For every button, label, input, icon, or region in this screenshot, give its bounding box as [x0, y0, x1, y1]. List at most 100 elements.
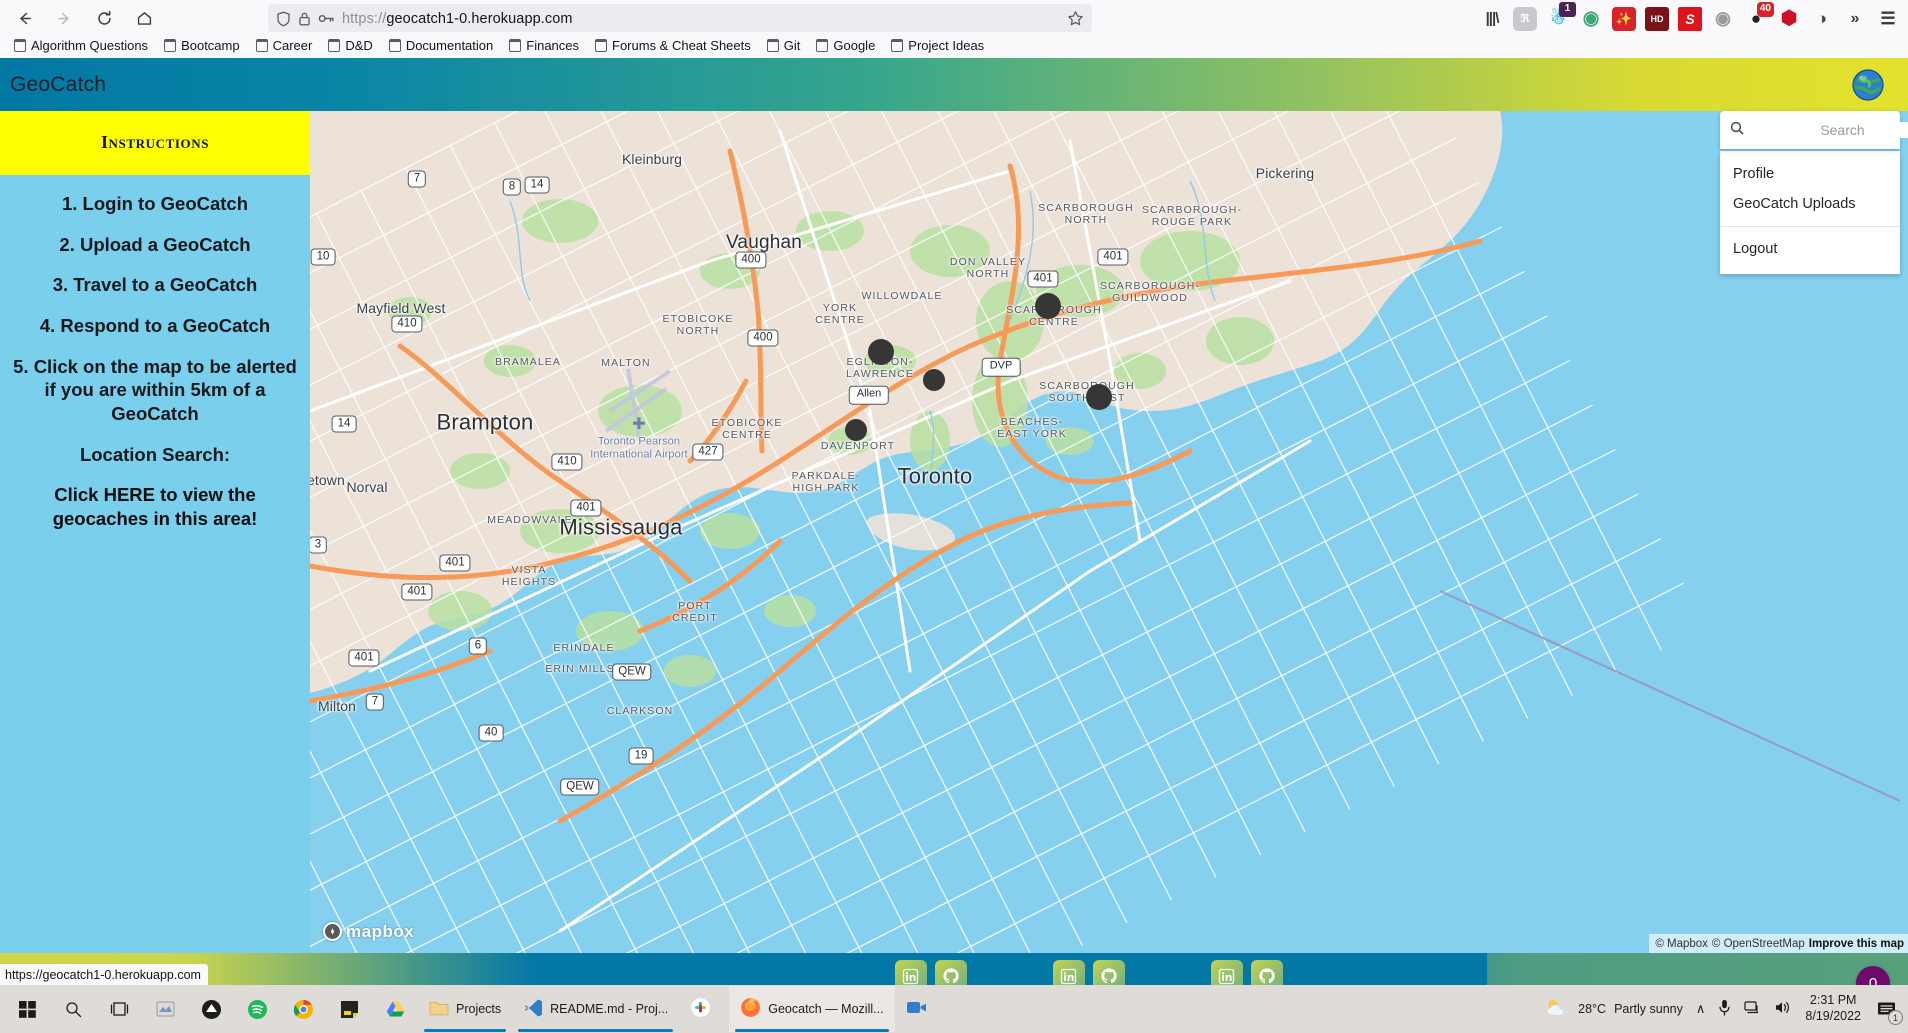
map-canvas	[310, 111, 1908, 953]
grey-camera-icon[interactable]: ◉	[1711, 7, 1735, 31]
library-icon[interactable]: |||\	[1480, 7, 1504, 31]
bookmark-item[interactable]: Bootcamp	[157, 35, 247, 56]
spotify-icon[interactable]	[234, 986, 280, 1032]
geocache-marker[interactable]	[868, 339, 894, 365]
map-container[interactable]: Kleinburg Pickering Vaughan SCARBOROUGH …	[310, 111, 1908, 953]
star-icon[interactable]	[1067, 10, 1084, 27]
show-hidden-icons-chevron-icon[interactable]: ∧	[1696, 1001, 1706, 1017]
mapbox-dot-icon	[323, 922, 342, 941]
hamburger-menu-icon[interactable]: ☰	[1876, 7, 1900, 31]
social-pair	[1052, 960, 1125, 985]
search-input[interactable]	[1752, 122, 1908, 138]
menu-item-geocatch-uploads[interactable]: GeoCatch Uploads	[1720, 189, 1900, 219]
road-shield: 427	[692, 443, 724, 461]
shield-icon[interactable]	[276, 11, 291, 27]
forward-arrow-icon[interactable]	[46, 4, 82, 34]
s-icon[interactable]: S	[1678, 6, 1702, 31]
address-bar[interactable]: https://geocatch1-0.herokuapp.com	[268, 4, 1092, 33]
lock-icon[interactable]	[298, 11, 311, 27]
taskbar-task-slack[interactable]	[679, 986, 729, 1032]
app-header: GeoCatch	[0, 58, 1908, 111]
news-icon[interactable]	[142, 986, 188, 1032]
taskbar-task-firefox[interactable]: Geocatch — Mozill...	[729, 986, 895, 1032]
bookmark-item[interactable]: Finances	[502, 35, 586, 56]
bookmark-item[interactable]: Project Ideas	[884, 35, 991, 56]
view-geocaches-link[interactable]: Click HERE to view the geocaches in this…	[0, 466, 310, 530]
geocache-marker[interactable]	[1086, 384, 1112, 410]
attribution-mapbox[interactable]: © Mapbox	[1655, 938, 1708, 950]
bookmark-item[interactable]: Algorithm Questions	[7, 35, 155, 56]
extension-icons: |||\ ℜ ☃ 1 ◉ ✨ HD S ◉ ● 40 ⬢ ◑ » ☰	[1480, 1, 1900, 34]
hd-icon[interactable]: HD	[1645, 6, 1669, 31]
road-shield: 10	[310, 248, 336, 266]
google-drive-icon[interactable]	[372, 986, 418, 1032]
instruction-step-3: 3. Travel to a GeoCatch	[52, 274, 258, 296]
map-label: getown	[310, 471, 345, 488]
badger-icon[interactable]: ◑	[1810, 7, 1834, 31]
bookmark-label: Career	[272, 37, 313, 53]
honey-icon[interactable]: ● 40	[1744, 1, 1774, 31]
mapbox-logo[interactable]: mapbox	[323, 921, 414, 942]
app-dark-icon[interactable]	[188, 986, 234, 1032]
weather-widget[interactable]: 28°C Partly sunny	[1544, 997, 1683, 1022]
sticky-notes-icon[interactable]	[326, 986, 372, 1032]
search-icon[interactable]	[50, 986, 96, 1032]
key-icon[interactable]	[318, 11, 335, 26]
map-label: PARKDALE- HIGH PARK	[791, 469, 861, 494]
task-view-icon[interactable]	[96, 986, 142, 1032]
map-label: DAVENPORT	[820, 439, 896, 452]
bookmark-item[interactable]: D&D	[321, 35, 379, 56]
back-arrow-icon[interactable]	[6, 4, 42, 34]
network-icon[interactable]	[1744, 1000, 1761, 1018]
partly-sunny-icon	[1544, 997, 1570, 1022]
notification-badge[interactable]: 0	[1856, 966, 1890, 985]
reload-icon[interactable]	[86, 4, 122, 34]
home-icon[interactable]	[126, 4, 162, 34]
bookmark-label: Git	[783, 37, 801, 53]
ghostery-icon[interactable]: ☃ 1	[1546, 1, 1576, 31]
github-icon[interactable]	[1250, 960, 1283, 985]
github-icon[interactable]	[1092, 960, 1125, 985]
overflow-chevrons-icon[interactable]: »	[1843, 7, 1867, 31]
linkedin-icon[interactable]	[1052, 960, 1085, 985]
taskbar-task-vscode[interactable]: README.md - Proj...	[512, 986, 679, 1032]
search-box[interactable]	[1720, 111, 1908, 149]
chrome-icon[interactable]	[280, 986, 326, 1032]
attribution-improve[interactable]: Improve this map	[1809, 938, 1904, 950]
b-icon[interactable]: ⬢	[1777, 7, 1801, 31]
bookmark-item[interactable]: Forums & Cheat Sheets	[588, 35, 758, 56]
vscode-icon	[523, 998, 543, 1021]
clock-date: 8/19/2022	[1805, 1009, 1861, 1023]
taskbar-task-video[interactable]	[895, 986, 945, 1032]
github-icon[interactable]	[934, 960, 967, 985]
bookmarks-bar: Algorithm Questions Bootcamp Career D&D …	[0, 32, 1908, 58]
bookmark-item[interactable]: Career	[249, 35, 320, 56]
url-host: geocatch1-0.herokuapp.com	[386, 10, 573, 27]
taskbar-clock[interactable]: 2:31 PM 8/19/2022	[1805, 993, 1861, 1024]
geocache-marker[interactable]	[1035, 293, 1061, 319]
microphone-icon[interactable]	[1718, 999, 1731, 1019]
linkedin-icon[interactable]	[1210, 960, 1243, 985]
bookmark-item[interactable]: Google	[809, 35, 882, 56]
globe-icon[interactable]	[1851, 68, 1885, 102]
menu-item-profile[interactable]: Profile	[1720, 159, 1900, 189]
search-icon	[1730, 121, 1744, 140]
volume-icon[interactable]	[1774, 1000, 1792, 1018]
linkedin-icon[interactable]	[894, 960, 927, 985]
wand-icon[interactable]: ✨	[1612, 6, 1636, 31]
geocache-marker[interactable]	[923, 369, 945, 391]
attribution-osm[interactable]: © OpenStreetMap	[1712, 938, 1805, 950]
folder-icon	[164, 38, 177, 52]
road-shield: QEW	[612, 663, 652, 681]
notification-center-icon[interactable]: 1	[1874, 996, 1903, 1025]
page-title[interactable]: GeoCatch	[0, 73, 106, 97]
taskbar-task-projects[interactable]: Projects	[418, 986, 512, 1032]
bookmark-item[interactable]: Documentation	[382, 35, 500, 56]
windows-start-icon[interactable]	[4, 986, 50, 1032]
geocache-marker[interactable]	[845, 419, 867, 441]
pocket-icon[interactable]: ℜ	[1513, 6, 1537, 31]
bookmark-item[interactable]: Git	[760, 35, 808, 56]
menu-item-logout[interactable]: Logout	[1720, 234, 1900, 264]
ghostery-badge: 1	[1559, 1, 1576, 17]
green-circle-icon[interactable]: ◉	[1579, 7, 1603, 31]
